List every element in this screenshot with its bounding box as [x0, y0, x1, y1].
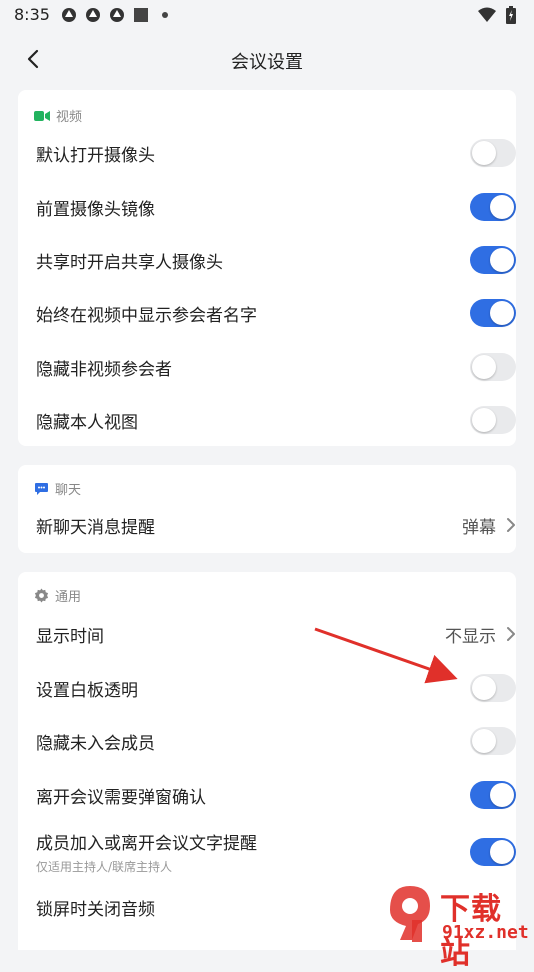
- watermark-logo: 下载站 91xz.net: [382, 880, 532, 971]
- annotation-arrow: [314, 627, 458, 684]
- watermark-text-url: 91xz.net: [442, 922, 529, 943]
